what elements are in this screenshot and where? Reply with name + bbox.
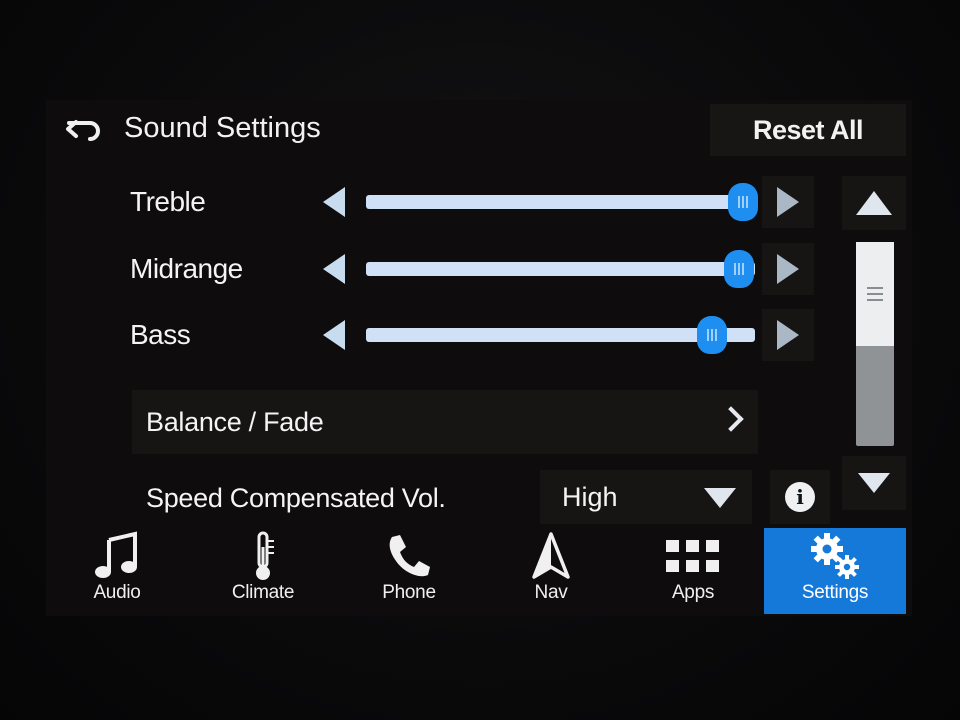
nav-settings[interactable]: Settings xyxy=(764,528,906,614)
treble-increase-button[interactable] xyxy=(762,176,814,228)
chevron-right-icon xyxy=(718,406,744,432)
arrow-right-icon xyxy=(777,320,799,350)
arrow-left-icon xyxy=(323,187,345,217)
scroll-up-button[interactable] xyxy=(842,176,906,230)
sound-settings-screen: Sound Settings Reset All Treble Midrange xyxy=(46,100,912,616)
scrollbar-thumb[interactable] xyxy=(856,242,894,346)
nav-apps-label: Apps xyxy=(671,582,715,603)
bass-slider-thumb[interactable] xyxy=(697,316,728,354)
midrange-label: Midrange xyxy=(130,253,243,284)
navigation-arrow-icon xyxy=(532,532,570,579)
midrange-increase-button[interactable] xyxy=(762,243,814,295)
bass-increase-button[interactable] xyxy=(762,309,814,361)
triangle-up-icon xyxy=(856,191,892,215)
info-icon: i xyxy=(785,482,815,512)
phone-icon xyxy=(389,535,430,577)
apps-grid-icon xyxy=(666,540,719,572)
thermometer-icon xyxy=(256,531,274,580)
arrow-left-icon xyxy=(323,320,345,350)
treble-row: Treble xyxy=(46,172,836,232)
nav-audio-label: Audio xyxy=(93,582,141,603)
nav-phone[interactable]: Phone xyxy=(338,528,480,614)
nav-nav-label: Nav xyxy=(534,582,568,603)
nav-apps[interactable]: Apps xyxy=(622,528,764,614)
music-note-icon xyxy=(95,531,137,578)
midrange-row: Midrange xyxy=(46,239,836,299)
nav-audio[interactable]: Audio xyxy=(46,528,188,614)
nav-climate-label: Climate xyxy=(231,582,295,603)
bass-row: Bass xyxy=(46,305,836,365)
speed-compensated-label: Speed Compensated Vol. xyxy=(146,483,446,513)
gears-icon xyxy=(811,533,859,579)
reset-all-button[interactable]: Reset All xyxy=(710,104,906,156)
treble-label: Treble xyxy=(130,186,206,217)
scroll-down-button[interactable] xyxy=(842,456,906,510)
dropdown-arrow-icon xyxy=(704,488,736,508)
page-title: Sound Settings xyxy=(124,112,321,144)
balance-fade-label: Balance / Fade xyxy=(146,407,324,437)
speed-compensated-value: High xyxy=(562,482,618,512)
nav-phone-label: Phone xyxy=(382,582,436,603)
bottom-nav-bar: Audio Climate Phone Nav Apps Settings xyxy=(46,528,912,616)
arrow-left-icon xyxy=(323,254,345,284)
back-arrow-icon xyxy=(66,120,100,141)
bass-decrease-button[interactable] xyxy=(308,309,360,361)
midrange-decrease-button[interactable] xyxy=(308,243,360,295)
nav-nav[interactable]: Nav xyxy=(480,528,622,614)
speed-compensated-dropdown[interactable]: High xyxy=(540,470,752,524)
nav-climate[interactable]: Climate xyxy=(192,528,334,614)
treble-slider-track[interactable] xyxy=(366,183,759,221)
balance-fade-item[interactable]: Balance / Fade xyxy=(132,390,758,454)
scrollbar-track[interactable] xyxy=(856,242,894,446)
midrange-slider-track[interactable] xyxy=(366,250,755,288)
nav-settings-label: Settings xyxy=(801,582,869,603)
bass-slider-track[interactable] xyxy=(366,316,755,354)
info-button[interactable]: i xyxy=(770,470,830,524)
midrange-slider-thumb[interactable] xyxy=(724,250,755,288)
triangle-down-icon xyxy=(858,473,890,493)
arrow-right-icon xyxy=(777,254,799,284)
bass-label: Bass xyxy=(130,319,191,350)
treble-decrease-button[interactable] xyxy=(308,176,360,228)
arrow-right-icon xyxy=(777,187,799,217)
treble-slider-thumb[interactable] xyxy=(728,183,759,221)
back-button[interactable] xyxy=(60,110,108,150)
